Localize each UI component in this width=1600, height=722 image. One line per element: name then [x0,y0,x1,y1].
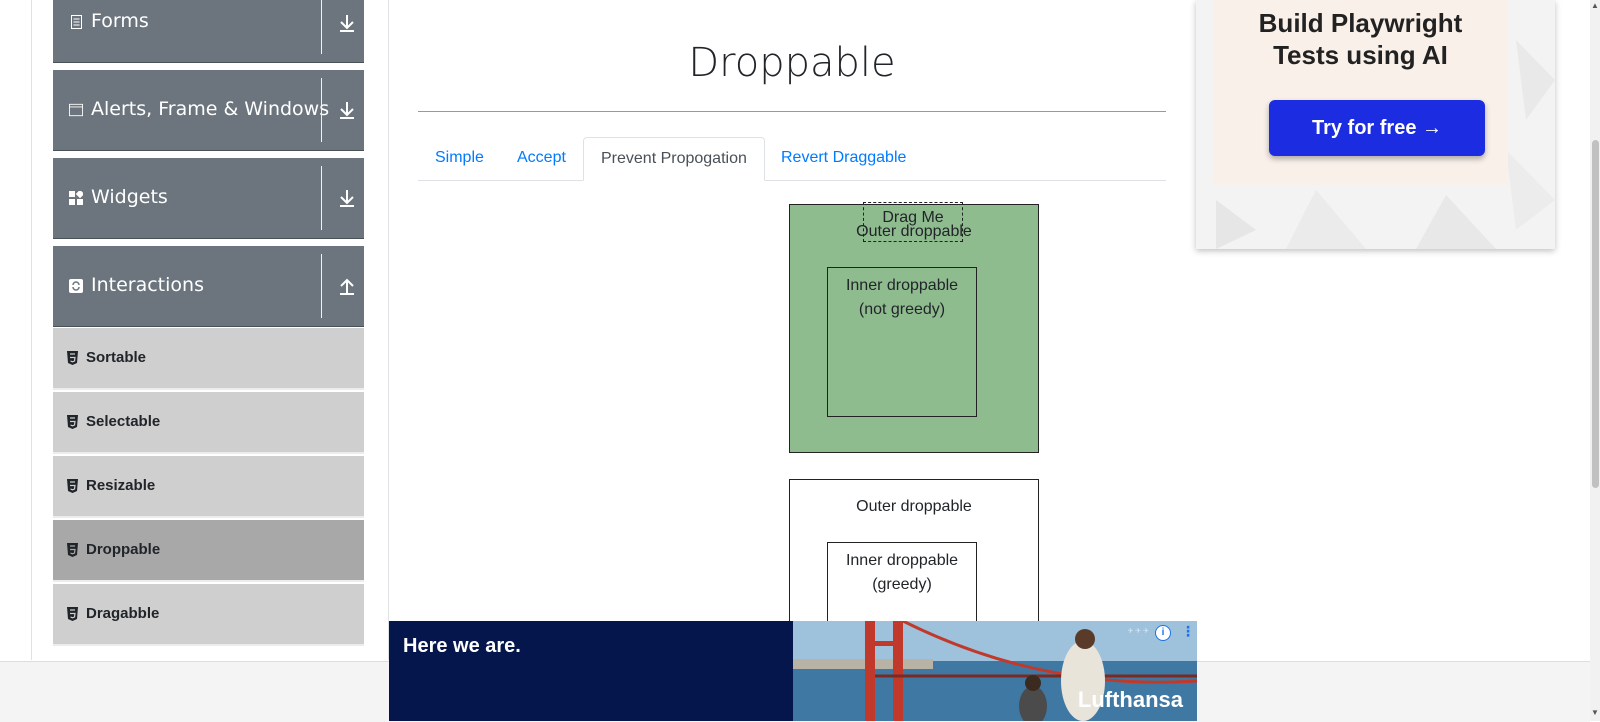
html5-icon [67,543,78,557]
scroll-down-icon[interactable]: ▼ [1590,707,1600,719]
tab-accept[interactable]: Accept [500,137,583,179]
sidebar-item-label: Selectable [86,413,161,430]
widgets-icon [69,191,83,205]
window-icon [69,103,83,117]
tab-simple[interactable]: Simple [418,137,501,179]
download-arrow-icon[interactable] [336,187,358,209]
sidebar-item-resizable[interactable]: Resizable [53,456,364,518]
sidebar-item-droppable[interactable]: Droppable [53,520,364,582]
group-divider [321,0,322,54]
inner-droppable-sublabel: (greedy) [872,576,932,593]
sidebar-item-label: Sortable [86,349,147,366]
sidebar-group-alerts-frame-windows[interactable]: Alerts, Frame & Windows [53,70,364,151]
page-scrollbar[interactable]: ▲ ▼ [1590,0,1600,721]
inner-droppable-not-greedy[interactable]: Inner droppable (not greedy) [827,267,977,417]
html5-icon [67,351,78,365]
title-divider [418,111,1166,112]
tab-prevent-propogation[interactable]: Prevent Propogation [583,137,765,181]
upload-arrow-icon[interactable] [336,275,358,297]
ad-info-icon[interactable]: i [1155,625,1171,641]
download-arrow-icon[interactable] [336,12,358,34]
sidebar-group-label: Alerts, Frame & Windows [91,98,330,120]
drag-me-box[interactable]: Drag Me [863,202,963,242]
html5-icon [67,607,78,621]
inner-droppable-sublabel: (not greedy) [858,301,946,318]
inner-droppable-label: Inner droppable [845,277,959,294]
banner-text-panel: Here we are. [389,621,793,721]
ad-tag-text: ✈ ✈ ✈ [1127,628,1150,635]
inner-droppable-label: Inner droppable [845,552,959,569]
sidebar-item-selectable[interactable]: Selectable [53,392,364,454]
group-divider [321,254,322,318]
group-divider [321,166,322,230]
side-advertisement[interactable]: Build Playwright Tests using AI Try for … [1196,0,1555,249]
bottom-banner-ad[interactable]: Here we are. ✈ ✈ ✈ i ⋮ Lufthansa [389,621,1197,721]
sidebar-group-interactions[interactable]: Interactions [53,246,364,327]
group-divider [321,78,322,142]
ad-menu-icon[interactable]: ⋮ [1181,623,1195,639]
page-title: Droppable [688,40,896,86]
ad-card: Build Playwright Tests using AI Try for … [1213,0,1508,185]
tab-revert-draggable[interactable]: Revert Draggable [764,137,923,179]
scrollbar-thumb[interactable] [1592,140,1599,488]
ad-title-line: Build Playwright [1258,8,1463,38]
sidebar-group-label: Widgets [91,186,168,208]
try-for-free-button[interactable]: Try for free → [1269,100,1485,156]
interactions-icon [69,279,83,293]
download-arrow-icon[interactable] [336,99,358,121]
sidebar-group-label: Forms [91,10,149,32]
form-icon [69,15,83,29]
ad-title-line: Tests using AI [1273,40,1448,70]
sidebar-group-label: Interactions [91,274,204,296]
ad-title: Build Playwright Tests using AI [1213,7,1508,71]
outer-droppable-label: Outer droppable [856,498,972,515]
scroll-up-icon[interactable]: ▲ [1590,0,1600,12]
tab-bar: Simple Accept Prevent Propogation Revert… [418,137,1166,181]
sidebar-item-label: Dragabble [86,605,160,622]
sidebar-left-border [31,0,32,660]
sidebar-item-sortable[interactable]: Sortable [53,328,364,390]
sidebar-item-label: Droppable [86,541,161,558]
brand-logo: Lufthansa [1077,687,1183,712]
sidebar-group-forms[interactable]: Forms [53,0,364,63]
sidebar-group-widgets[interactable]: Widgets [53,158,364,239]
html5-icon [67,479,78,493]
html5-icon [67,415,78,429]
sidebar-item-label: Resizable [86,477,156,494]
main-left-border [388,0,389,660]
banner-headline: Here we are. [403,635,521,657]
banner-image-panel: ✈ ✈ ✈ i ⋮ Lufthansa [793,621,1197,721]
sidebar-item-dragabble[interactable]: Dragabble [53,584,364,646]
